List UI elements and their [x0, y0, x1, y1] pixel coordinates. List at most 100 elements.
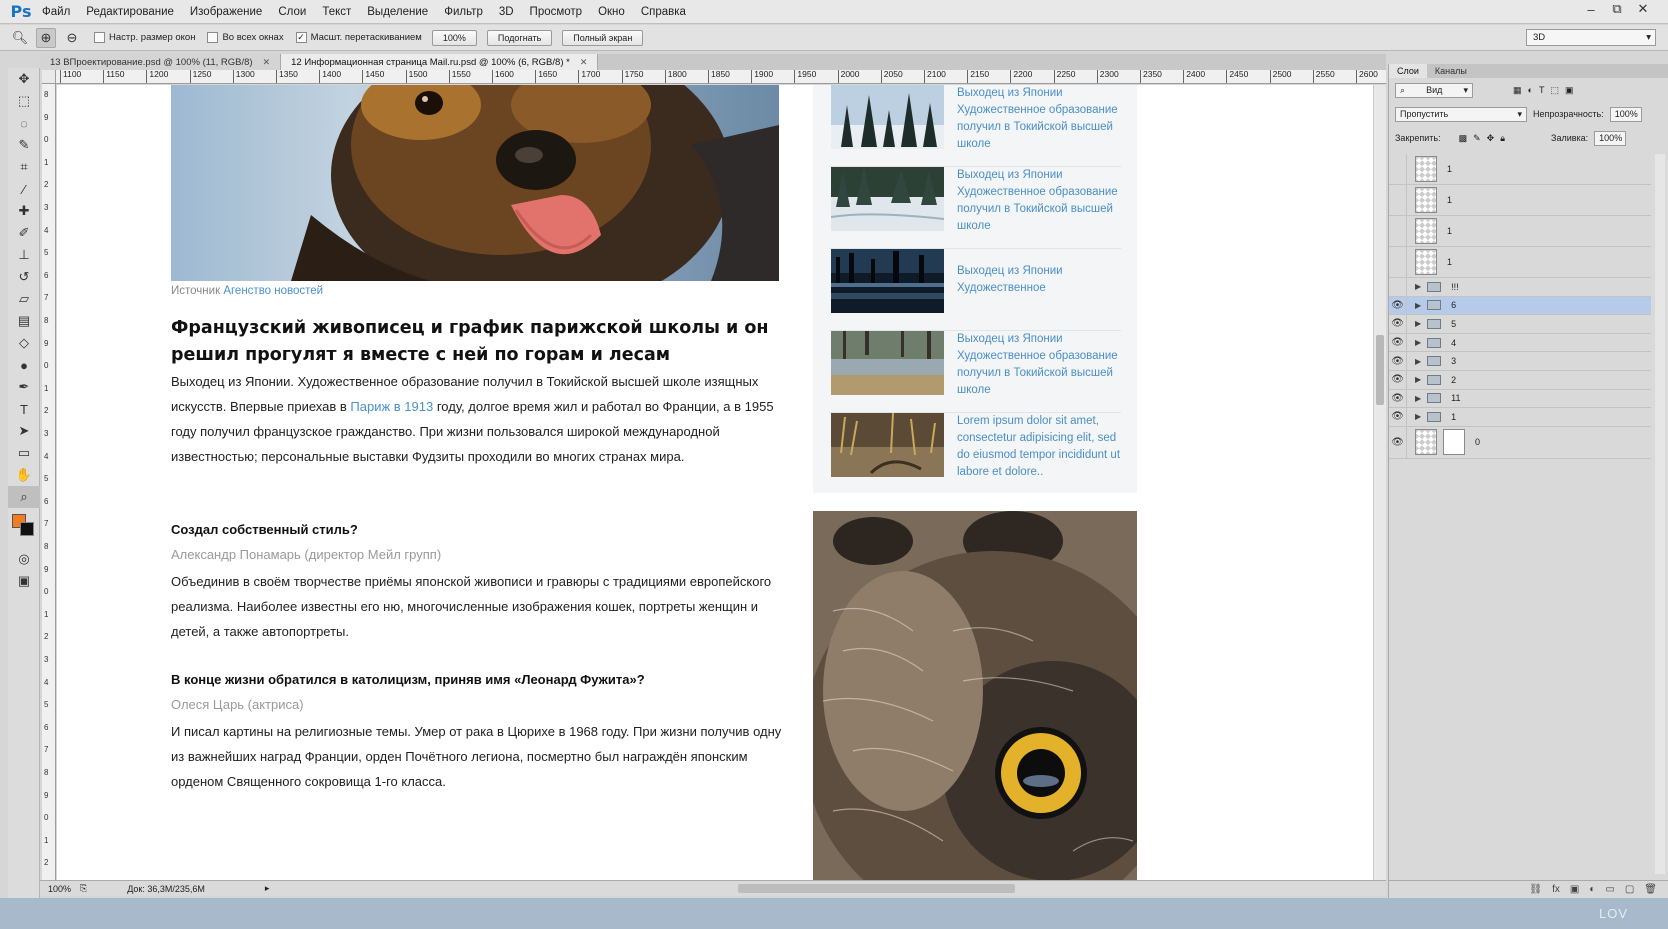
sidebar-item[interactable]: Выходец из Японии Художественное образов… — [829, 85, 1121, 167]
blend-mode-select[interactable]: Пропустить ▾ — [1395, 106, 1527, 122]
layer-name[interactable]: 2 — [1451, 375, 1456, 385]
tab-document-12[interactable]: 12 Информационная страница Mail.ru.psd @… — [281, 54, 599, 70]
type-filter-icon[interactable]: T — [1539, 85, 1545, 95]
expand-arrow-icon[interactable]: ▶ — [1415, 357, 1421, 366]
workspace-select[interactable]: 3D ▾ — [1526, 29, 1656, 46]
lock-transparency-icon[interactable]: ▩ — [1459, 133, 1468, 144]
layer-row[interactable]: 1 — [1389, 247, 1651, 278]
tab-layers[interactable]: Слои — [1389, 64, 1427, 78]
tab-document-13[interactable]: 13 ВПроектирование.psd @ 100% (11, RGB/8… — [40, 54, 282, 70]
shape-tool-icon[interactable]: ▭ — [8, 442, 40, 464]
layer-name[interactable]: 6 — [1451, 300, 1456, 310]
layer-row[interactable]: 👁︎ ▶ 3 — [1389, 352, 1651, 371]
smart-filter-icon[interactable]: ▣ — [1565, 85, 1574, 96]
status-arrow-icon[interactable]: ▸ — [265, 883, 270, 894]
visibility-eye-icon[interactable] — [1389, 278, 1407, 296]
all-windows-option[interactable]: Во всех окнах — [207, 32, 284, 43]
fill-input[interactable]: 100% — [1594, 130, 1627, 146]
expand-arrow-icon[interactable]: ▶ — [1415, 282, 1421, 291]
healing-brush-tool-icon[interactable]: ✚ — [8, 200, 40, 222]
zoom-out-icon[interactable]: ⊖ — [62, 28, 82, 48]
zoom-tool-icon[interactable]: 🔍︎ — [10, 28, 30, 48]
quick-mask-icon[interactable]: ◎ — [8, 548, 40, 570]
hand-tool-icon[interactable]: ✋ — [8, 464, 40, 486]
sidebar-item[interactable]: Выходец из Японии Художественное образов… — [829, 331, 1121, 413]
adjustment-filter-icon[interactable]: ◐ — [1528, 85, 1533, 95]
expand-arrow-icon[interactable]: ▶ — [1415, 375, 1421, 384]
sidebar-item[interactable]: Выходец из Японии Художественное образов… — [829, 167, 1121, 249]
eyedropper-tool-icon[interactable]: ⁄ — [8, 178, 40, 200]
new-layer-icon[interactable]: ▢ — [1625, 884, 1634, 895]
menu-select[interactable]: Выделение — [359, 6, 436, 18]
visibility-eye-icon[interactable]: 👁︎ — [1389, 426, 1407, 458]
fit-screen-button[interactable]: Подогнать — [486, 29, 553, 46]
sidebar-item-text[interactable]: Выходец из Японии Художественное образов… — [957, 331, 1125, 399]
marquee-tool-icon[interactable]: ⬚ — [8, 90, 40, 112]
screen-mode-icon[interactable]: ▣ — [8, 570, 40, 592]
type-tool-icon[interactable]: T — [8, 398, 40, 420]
scrubby-zoom-option[interactable]: ✓ Масшт. перетаскиванием — [295, 32, 422, 43]
expand-arrow-icon[interactable]: ▶ — [1415, 412, 1421, 421]
layer-row[interactable]: 👁︎ ▶ 2 — [1389, 371, 1651, 390]
menu-edit[interactable]: Редактирование — [78, 6, 182, 18]
layer-name[interactable]: !!! — [1451, 282, 1459, 292]
visibility-eye-icon[interactable]: 👁︎ — [1389, 296, 1407, 315]
visibility-eye-icon[interactable]: 👁︎ — [1389, 315, 1407, 333]
ruler-corner[interactable] — [42, 70, 56, 84]
export-icon[interactable]: ⎘ — [80, 883, 87, 894]
visibility-eye-icon[interactable]: 👁︎ — [1389, 371, 1407, 389]
menu-help[interactable]: Справка — [633, 6, 694, 18]
all-windows-checkbox[interactable] — [207, 32, 219, 43]
layer-name[interactable]: 1 — [1447, 226, 1452, 236]
background-color-swatch[interactable] — [20, 522, 34, 536]
layer-row[interactable]: 👁︎ ▶ 6 — [1389, 296, 1651, 316]
eraser-tool-icon[interactable]: ▱ — [8, 288, 40, 310]
shape-filter-icon[interactable]: ⬚ — [1550, 85, 1559, 96]
layer-name[interactable]: 1 — [1447, 195, 1452, 205]
menu-file[interactable]: Файл — [34, 6, 78, 18]
dodge-tool-icon[interactable]: ● — [8, 354, 40, 376]
canvas-vertical-scrollbar[interactable] — [1373, 85, 1386, 880]
visibility-eye-icon[interactable] — [1389, 247, 1407, 277]
path-select-tool-icon[interactable]: ➤ — [8, 420, 40, 442]
sidebar-item[interactable]: Выходец из Японии Художественное — [829, 249, 1121, 331]
close-icon[interactable]: ✕ — [580, 57, 588, 68]
image-filter-icon[interactable]: ▦ — [1513, 85, 1522, 96]
expand-arrow-icon[interactable]: ▶ — [1415, 394, 1421, 403]
pen-tool-icon[interactable]: ✒ — [8, 376, 40, 398]
layer-name[interactable]: 0 — [1475, 437, 1480, 447]
brush-tool-icon[interactable]: ✐ — [8, 222, 40, 244]
scrollbar-thumb[interactable] — [1376, 335, 1384, 405]
zoom-tool-icon[interactable]: ⌕ — [8, 486, 40, 508]
layer-name[interactable]: 4 — [1451, 338, 1456, 348]
layer-row[interactable]: 1 — [1389, 185, 1651, 216]
layers-scrollbar[interactable] — [1655, 154, 1665, 874]
menu-window[interactable]: Окно — [590, 6, 633, 18]
sidebar-item-text[interactable]: Выходец из Японии Художественное образов… — [957, 167, 1125, 235]
resize-windows-checkbox[interactable] — [94, 32, 105, 43]
close-button[interactable]: ✕ — [1632, 0, 1654, 18]
paris-link[interactable]: Париж в 1913 — [350, 399, 433, 414]
menu-layer[interactable]: Слои — [270, 6, 314, 18]
fill-screen-button[interactable]: Полный экран — [562, 29, 644, 46]
lock-all-icon[interactable]: 🔒︎ — [1500, 133, 1505, 144]
history-brush-tool-icon[interactable]: ↺ — [8, 266, 40, 288]
horizontal-ruler[interactable]: 1100 1150 1200 1250 1300 1350 1400 1450 1500 1550… — [56, 70, 1386, 84]
menu-3d[interactable]: 3D — [491, 6, 522, 18]
layer-name[interactable]: 3 — [1451, 356, 1456, 366]
menu-image[interactable]: Изображение — [182, 6, 270, 18]
lock-position-icon[interactable]: ✥ — [1487, 133, 1495, 144]
adjustment-layer-icon[interactable]: ◐ — [1589, 884, 1595, 895]
layer-row[interactable]: ▶!!! — [1389, 278, 1651, 297]
minimize-button[interactable]: – — [1580, 0, 1602, 18]
close-icon[interactable]: ✕ — [263, 57, 271, 68]
sidebar-item-text[interactable]: Выходец из Японии Художественное — [957, 263, 1125, 297]
layer-row[interactable]: 👁︎ ▶ 4 — [1389, 333, 1651, 353]
quick-select-tool-icon[interactable]: ✎ — [8, 134, 40, 156]
blur-tool-icon[interactable]: ◇ — [8, 332, 40, 354]
layer-name[interactable]: 5 — [1451, 319, 1456, 329]
menu-type[interactable]: Текст — [314, 6, 359, 18]
horizontal-scrollbar-thumb[interactable] — [738, 884, 1015, 893]
stamp-tool-icon[interactable]: ⊥ — [8, 244, 40, 266]
sidebar-item-text[interactable]: Lorem ipsum dolor sit amet, consectetur … — [957, 413, 1125, 481]
